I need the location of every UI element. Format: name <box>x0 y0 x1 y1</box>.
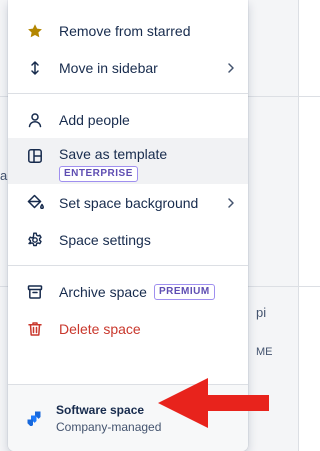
paint-bucket-icon <box>26 194 44 212</box>
chevron-right-icon <box>228 197 234 208</box>
space-settings-item[interactable]: Space settings <box>8 221 248 258</box>
archive-icon <box>26 283 44 301</box>
move-in-sidebar-label: Move in sidebar <box>59 59 158 76</box>
gear-icon <box>26 231 44 249</box>
menu-divider <box>8 93 248 94</box>
background-right-panel <box>298 0 320 451</box>
add-people-item[interactable]: Add people <box>8 101 248 138</box>
software-space-icon <box>27 411 41 426</box>
enterprise-badge: ENTERPRISE <box>59 166 138 182</box>
move-in-sidebar-item[interactable]: Move in sidebar <box>8 49 248 86</box>
delete-space-label: Delete space <box>59 320 141 337</box>
remove-from-starred-item[interactable]: Remove from starred <box>8 12 248 49</box>
space-type-title: Software space <box>56 402 145 417</box>
red-pointer-arrow-icon <box>158 378 269 428</box>
set-space-background-item[interactable]: Set space background <box>8 184 248 221</box>
save-as-template-item[interactable]: Save as template ENTERPRISE <box>8 138 248 184</box>
set-space-background-label: Set space background <box>59 194 199 211</box>
archive-space-label: Archive space <box>59 283 147 300</box>
vertical-arrows-icon <box>26 59 44 77</box>
remove-from-starred-label: Remove from starred <box>59 22 191 39</box>
chevron-right-icon <box>228 62 234 73</box>
delete-space-item[interactable]: Delete space <box>8 310 248 347</box>
archive-space-item[interactable]: Archive space PREMIUM <box>8 273 248 310</box>
template-icon <box>26 147 44 165</box>
background-text: pi <box>256 305 267 320</box>
star-icon <box>26 22 44 40</box>
add-people-label: Add people <box>59 111 130 128</box>
menu-divider <box>8 265 248 266</box>
trash-icon <box>26 320 44 338</box>
space-settings-label: Space settings <box>59 231 151 248</box>
person-icon <box>26 111 44 129</box>
save-as-template-label: Save as template <box>59 146 168 162</box>
premium-badge: PREMIUM <box>153 283 215 300</box>
space-type-subtitle: Company-managed <box>56 419 162 434</box>
background-text: ME <box>256 346 273 358</box>
